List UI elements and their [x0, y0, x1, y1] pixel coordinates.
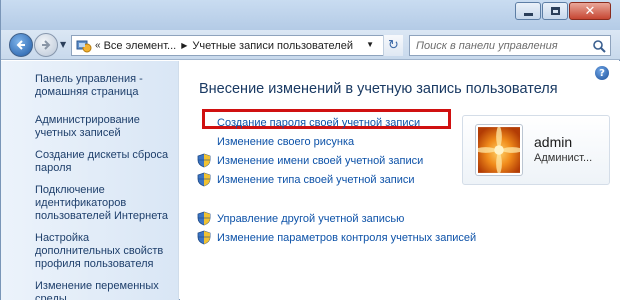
list-item: Изменение типа своей учетной записи — [197, 170, 476, 189]
list-item: Управление другой учетной записью — [197, 209, 476, 228]
user-card: admin Админист... — [462, 115, 610, 185]
uac-shield-icon — [197, 153, 211, 168]
control-panel-icon — [76, 40, 92, 52]
manage-another-account-link[interactable]: Управление другой учетной записью — [217, 213, 404, 225]
sidebar-item-link-online-ids[interactable]: Подключение идентификаторов пользователе… — [35, 184, 175, 223]
forward-button[interactable] — [34, 33, 58, 57]
page-title: Внесение изменений в учетную запись поль… — [199, 81, 558, 97]
forward-arrow-icon — [42, 40, 51, 50]
control-panel-home-link[interactable]: Панель управления - домашняя страница — [35, 73, 178, 99]
breadcrumb-overflow[interactable]: « — [95, 40, 101, 51]
control-panel-window: ✕ ▼ « Все элемент... ▶ Учетные записи по… — [0, 0, 620, 300]
list-item: Изменение имени своей учетной записи — [197, 151, 476, 170]
user-name: admin — [534, 134, 573, 150]
minimize-button[interactable] — [515, 2, 541, 20]
refresh-button[interactable]: ↻ — [383, 35, 403, 56]
close-button[interactable]: ✕ — [569, 2, 611, 20]
uac-settings-link[interactable]: Изменение параметров контроля учетных за… — [217, 232, 476, 244]
address-dropdown-icon[interactable]: ▼ — [366, 40, 374, 49]
caption-buttons: ✕ — [515, 2, 611, 20]
main-content: ? Внесение изменений в учетную запись по… — [180, 61, 620, 300]
change-account-type-link[interactable]: Изменение типа своей учетной записи — [217, 174, 415, 186]
list-item: Создание пароля своей учетной записи — [197, 113, 476, 132]
minimize-icon — [523, 12, 533, 16]
search-input[interactable] — [416, 39, 586, 52]
navigation-bar: ▼ « Все элемент... ▶ Учетные записи поль… — [1, 30, 620, 60]
user-role: Админист... — [534, 152, 593, 164]
address-bar[interactable]: « Все элемент... ▶ Учетные записи пользо… — [71, 35, 401, 56]
breadcrumb-separator-icon[interactable]: ▶ — [181, 41, 187, 50]
sidebar-item-password-reset-disk[interactable]: Создание дискеты сброса пароля — [35, 149, 175, 175]
back-arrow-icon — [16, 40, 25, 50]
task-links: Создание пароля своей учетной записи Изм… — [197, 113, 476, 247]
close-icon: ✕ — [584, 3, 596, 19]
sidebar-item-environment-variables[interactable]: Изменение переменных среды — [35, 280, 175, 300]
sidebar-item-manage-accounts[interactable]: Администрирование учетных записей — [35, 114, 175, 140]
uac-shield-icon — [197, 172, 211, 187]
search-icon[interactable] — [592, 39, 606, 53]
search-box[interactable] — [409, 35, 611, 56]
list-item: Изменение своего рисунка — [197, 132, 476, 151]
back-button[interactable] — [9, 33, 33, 57]
uac-shield-icon — [197, 230, 211, 245]
refresh-icon: ↻ — [388, 38, 399, 53]
breadcrumb-all-items[interactable]: Все элемент... — [104, 40, 177, 52]
help-icon[interactable]: ? — [595, 66, 609, 80]
title-bar: ✕ — [1, 0, 620, 30]
recent-pages-dropdown-icon[interactable]: ▼ — [60, 40, 66, 49]
list-item: Изменение параметров контроля учетных за… — [197, 228, 476, 247]
sidebar-item-advanced-profile[interactable]: Настройка дополнительных свойств профиля… — [35, 232, 175, 271]
create-password-link[interactable]: Создание пароля своей учетной записи — [217, 117, 420, 129]
avatar[interactable] — [475, 124, 523, 176]
maximize-button[interactable] — [542, 2, 568, 20]
task-pane: Панель управления - домашняя страница Ад… — [1, 61, 179, 300]
flower-picture-icon — [478, 127, 520, 173]
uac-shield-icon — [197, 211, 211, 226]
change-account-name-link[interactable]: Изменение имени своей учетной записи — [217, 155, 423, 167]
breadcrumb-user-accounts[interactable]: Учетные записи пользователей — [192, 40, 353, 52]
change-picture-link[interactable]: Изменение своего рисунка — [217, 136, 354, 148]
maximize-icon — [550, 7, 560, 15]
